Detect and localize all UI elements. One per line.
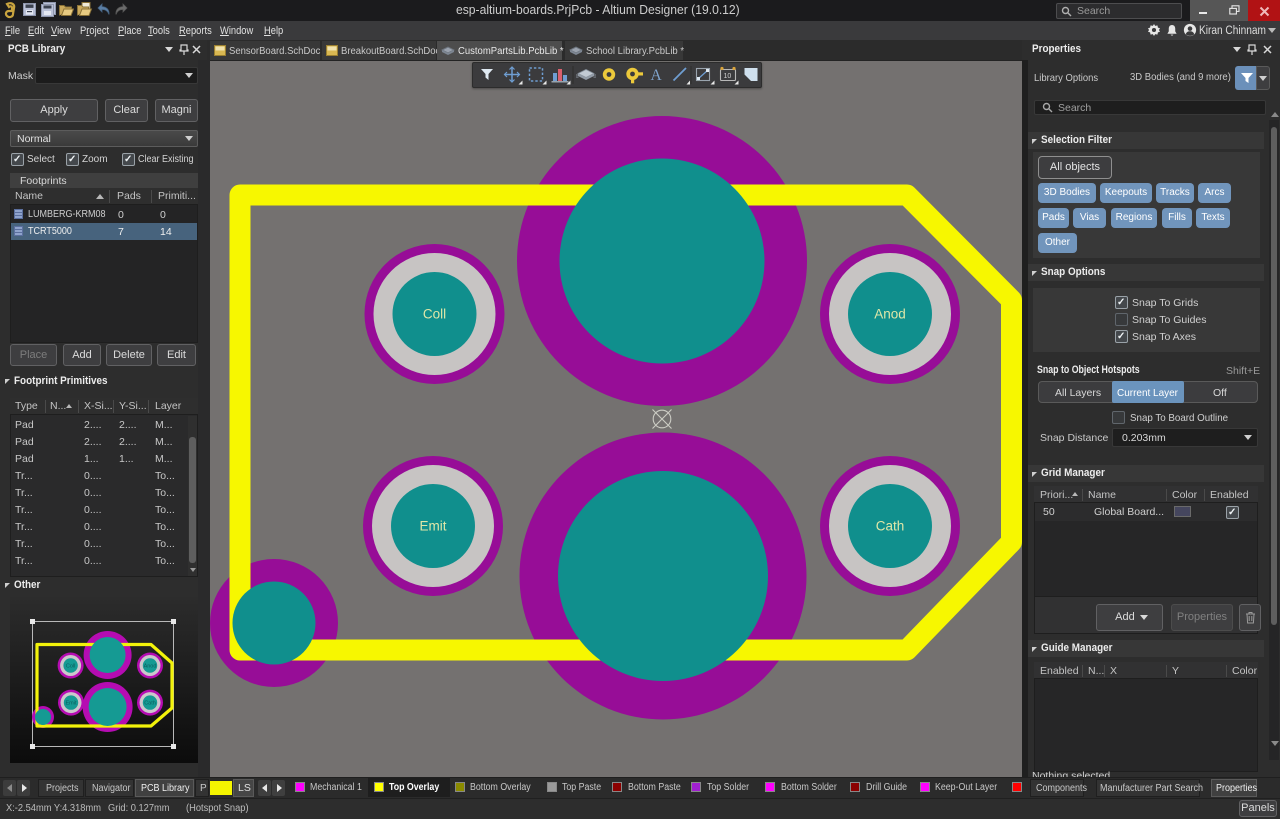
svg-text:Cath: Cath bbox=[876, 519, 905, 534]
svg-text:Coll: Coll bbox=[66, 664, 75, 670]
svg-text:A: A bbox=[651, 67, 663, 84]
svg-text:Emit: Emit bbox=[420, 519, 447, 534]
svg-text:Coll: Coll bbox=[423, 307, 446, 322]
svg-text:10: 10 bbox=[724, 73, 732, 80]
svg-text:Emit: Emit bbox=[66, 701, 77, 707]
svg-text:Anod: Anod bbox=[144, 664, 157, 670]
svg-text:Anod: Anod bbox=[874, 307, 906, 322]
svg-text:Cath: Cath bbox=[144, 701, 156, 707]
